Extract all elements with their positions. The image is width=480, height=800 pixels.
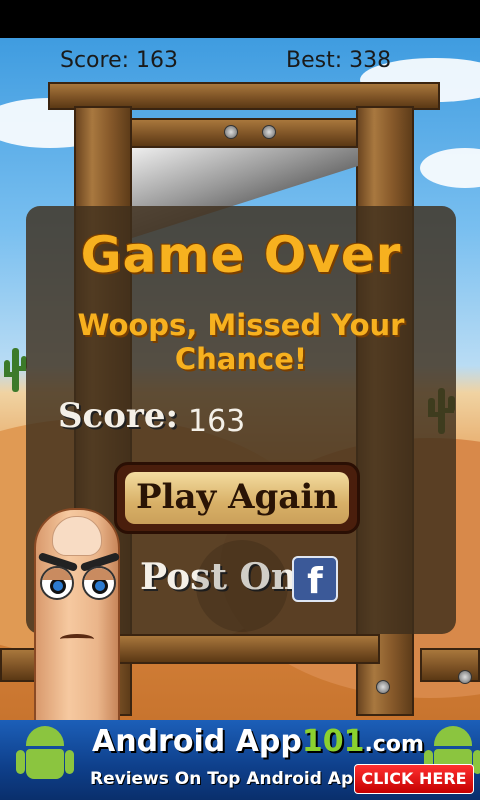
play-again-button[interactable]: Play Again: [114, 462, 360, 534]
android-icon: [16, 726, 74, 792]
bolt: [262, 125, 276, 139]
cloud: [420, 148, 480, 188]
guillotine-base-beam: [110, 634, 380, 664]
play-again-face: Play Again: [125, 472, 349, 524]
bolt: [376, 680, 390, 694]
score-label: Score:: [58, 396, 179, 436]
click-here-button[interactable]: CLICK HERE: [354, 764, 474, 794]
guillotine-crossbar: [130, 118, 358, 148]
finger-character: [34, 508, 121, 740]
ad-title: Android App101.com: [92, 724, 424, 759]
bolt: [458, 670, 472, 684]
play-again-label: Play Again: [136, 477, 338, 517]
ad-subtitle: Reviews On Top Android Apps: [90, 769, 376, 789]
hud-best: Best: 338: [286, 48, 392, 73]
game-over-title: Game Over: [80, 226, 402, 284]
eye: [82, 566, 116, 600]
game-over-subtitle: Woops, Missed Your Chance!: [77, 308, 405, 376]
mouth: [60, 634, 94, 644]
status-bar: [0, 0, 480, 38]
score-value: 163: [188, 404, 246, 439]
facebook-icon[interactable]: f: [292, 556, 338, 602]
bolt: [224, 125, 238, 139]
touch-ring: [196, 540, 288, 632]
hud-score: Score: 163: [60, 48, 179, 73]
fingernail: [52, 516, 102, 556]
eye: [40, 566, 74, 600]
ad-banner[interactable]: Android App101.com Reviews On Top Androi…: [0, 720, 480, 800]
cactus-icon: [2, 348, 28, 396]
